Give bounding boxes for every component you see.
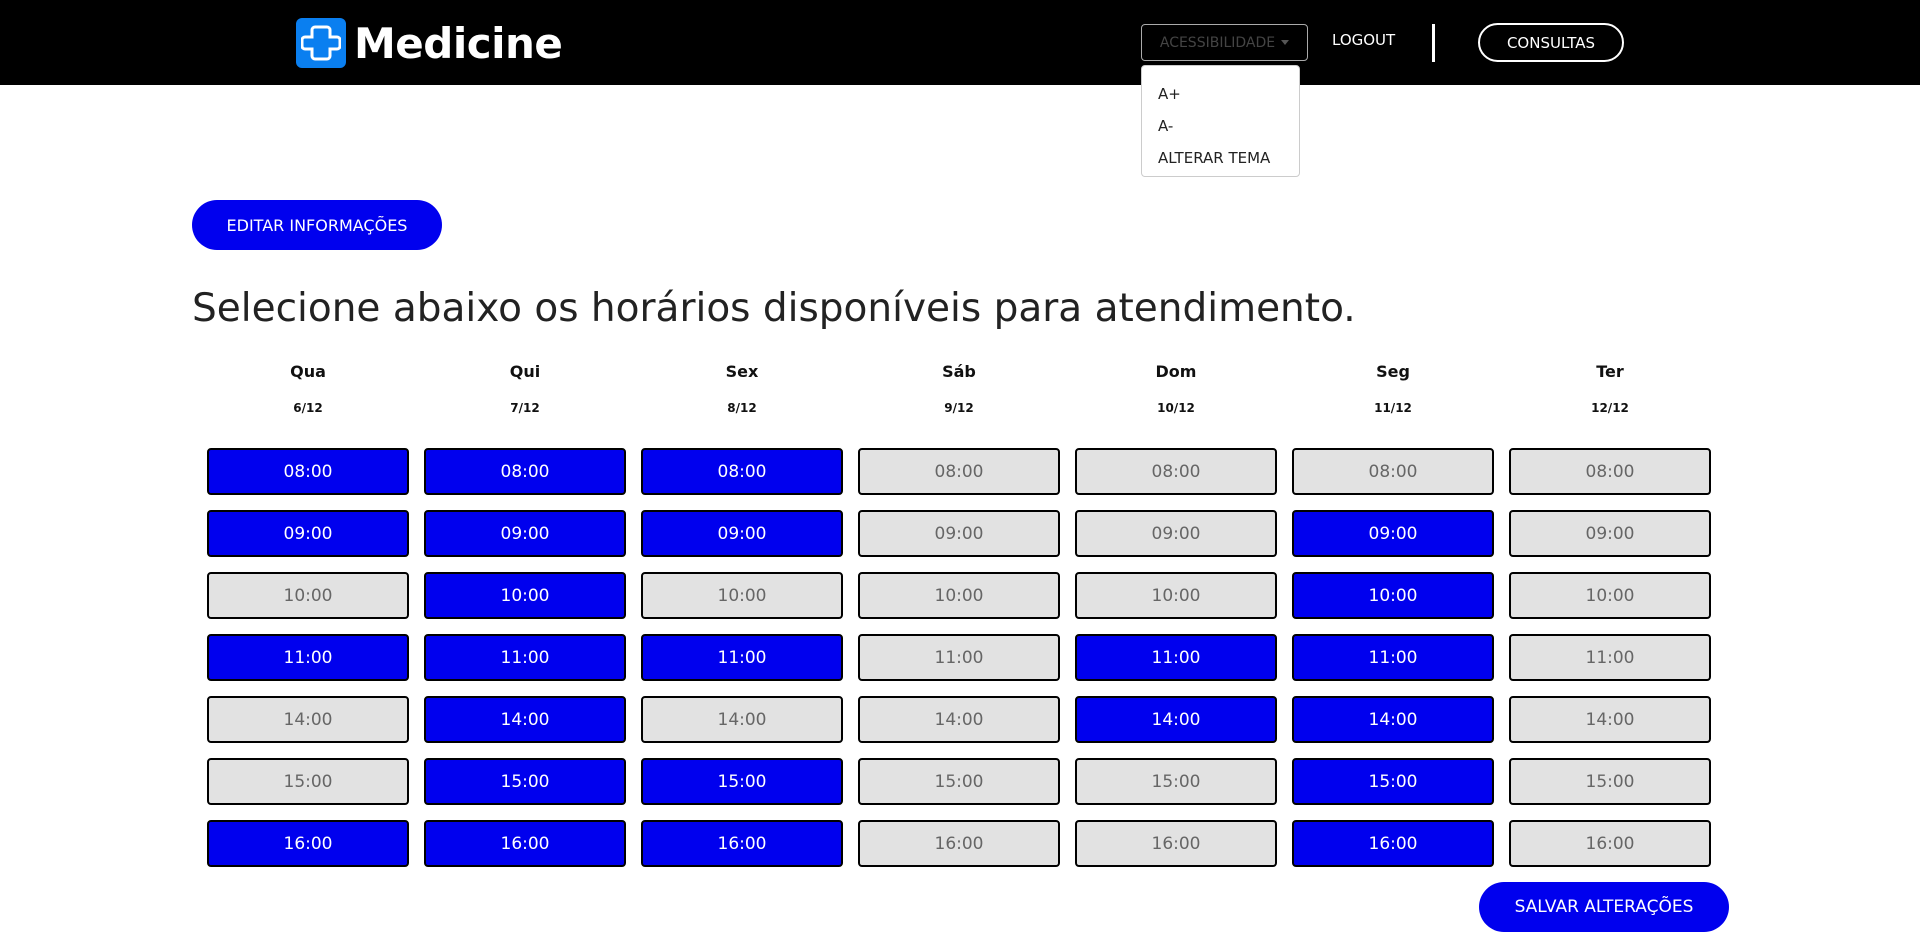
edit-info-button[interactable]: EDITAR INFORMAÇÕES	[192, 200, 442, 250]
day-date: 9/12	[944, 401, 974, 415]
time-slot-button[interactable]: 10:00	[207, 572, 409, 619]
day-date: 10/12	[1157, 401, 1195, 415]
nav-divider	[1432, 24, 1435, 62]
time-slot-button[interactable]: 16:00	[641, 820, 843, 867]
time-slot-button[interactable]: 14:00	[1509, 696, 1711, 743]
time-slot-button[interactable]: 10:00	[858, 572, 1060, 619]
save-changes-button[interactable]: SALVAR ALTERAÇÕES	[1479, 882, 1729, 932]
consultas-button[interactable]: CONSULTAS	[1478, 23, 1624, 62]
medical-cross-icon	[296, 18, 346, 68]
time-slot-button[interactable]: 14:00	[207, 696, 409, 743]
time-slot-button[interactable]: 14:00	[1075, 696, 1277, 743]
time-slot-button[interactable]: 10:00	[1292, 572, 1494, 619]
logout-link[interactable]: LOGOUT	[1332, 31, 1395, 49]
time-slot-button[interactable]: 09:00	[858, 510, 1060, 557]
time-slot-button[interactable]: 15:00	[641, 758, 843, 805]
time-slot-button[interactable]: 09:00	[1292, 510, 1494, 557]
time-slot-button[interactable]: 14:00	[858, 696, 1060, 743]
time-slot-button[interactable]: 11:00	[1292, 634, 1494, 681]
time-slot-button[interactable]: 16:00	[424, 820, 626, 867]
time-slot-button[interactable]: 11:00	[641, 634, 843, 681]
top-navbar: Medicine ACESSIBILIDADE LOGOUT CONSULTAS	[0, 0, 1920, 85]
time-slot-button[interactable]: 16:00	[1292, 820, 1494, 867]
day-date: 12/12	[1591, 401, 1629, 415]
day-date: 11/12	[1374, 401, 1412, 415]
time-slot-button[interactable]: 16:00	[858, 820, 1060, 867]
time-slot-button[interactable]: 15:00	[1509, 758, 1711, 805]
time-slot-button[interactable]: 15:00	[1292, 758, 1494, 805]
page-title: Selecione abaixo os horários disponíveis…	[192, 286, 1356, 331]
day-name: Qua	[290, 362, 326, 381]
accessibility-dropdown-button[interactable]: ACESSIBILIDADE	[1141, 24, 1308, 61]
time-slot-button[interactable]: 16:00	[1509, 820, 1711, 867]
time-slot-button[interactable]: 14:00	[1292, 696, 1494, 743]
caret-down-icon	[1281, 40, 1290, 45]
menu-item-decrease-font[interactable]: A-	[1142, 110, 1299, 142]
time-slot-button[interactable]: 08:00	[424, 448, 626, 495]
day-name: Qui	[509, 362, 541, 381]
time-slot-button[interactable]: 15:00	[858, 758, 1060, 805]
day-date: 8/12	[727, 401, 757, 415]
time-slot-button[interactable]: 09:00	[424, 510, 626, 557]
day-name: Dom	[1155, 362, 1197, 381]
time-slot-button[interactable]: 16:00	[1075, 820, 1277, 867]
time-slot-button[interactable]: 10:00	[1075, 572, 1277, 619]
time-slot-button[interactable]: 10:00	[1509, 572, 1711, 619]
accessibility-menu: A+ A- ALTERAR TEMA	[1141, 65, 1300, 177]
time-slot-button[interactable]: 09:00	[641, 510, 843, 557]
brand[interactable]: Medicine	[296, 18, 563, 68]
time-slot-button[interactable]: 16:00	[207, 820, 409, 867]
time-slot-button[interactable]: 08:00	[1509, 448, 1711, 495]
time-slot-button[interactable]: 11:00	[1509, 634, 1711, 681]
day-date: 6/12	[293, 401, 323, 415]
time-slot-button[interactable]: 11:00	[207, 634, 409, 681]
time-slot-button[interactable]: 11:00	[858, 634, 1060, 681]
time-slot-button[interactable]: 08:00	[1292, 448, 1494, 495]
day-name: Sex	[725, 362, 759, 381]
time-slot-button[interactable]: 15:00	[424, 758, 626, 805]
brand-name: Medicine	[354, 18, 563, 68]
time-slot-button[interactable]: 10:00	[424, 572, 626, 619]
time-slot-button[interactable]: 14:00	[424, 696, 626, 743]
time-slot-button[interactable]: 08:00	[641, 448, 843, 495]
accessibility-label: ACESSIBILIDADE	[1159, 34, 1276, 51]
day-name: Seg	[1376, 362, 1410, 381]
time-slot-button[interactable]: 08:00	[858, 448, 1060, 495]
time-slot-button[interactable]: 10:00	[641, 572, 843, 619]
day-name: Sáb	[942, 362, 976, 381]
menu-item-change-theme[interactable]: ALTERAR TEMA	[1142, 142, 1299, 174]
time-slot-button[interactable]: 11:00	[424, 634, 626, 681]
menu-item-increase-font[interactable]: A+	[1142, 78, 1299, 110]
time-slot-button[interactable]: 15:00	[1075, 758, 1277, 805]
time-slot-button[interactable]: 15:00	[207, 758, 409, 805]
time-slot-button[interactable]: 09:00	[207, 510, 409, 557]
day-date: 7/12	[510, 401, 540, 415]
time-slot-button[interactable]: 08:00	[207, 448, 409, 495]
time-slot-button[interactable]: 14:00	[641, 696, 843, 743]
time-slot-button[interactable]: 09:00	[1509, 510, 1711, 557]
time-slot-button[interactable]: 09:00	[1075, 510, 1277, 557]
time-slot-button[interactable]: 11:00	[1075, 634, 1277, 681]
time-slot-button[interactable]: 08:00	[1075, 448, 1277, 495]
day-name: Ter	[1596, 362, 1624, 381]
